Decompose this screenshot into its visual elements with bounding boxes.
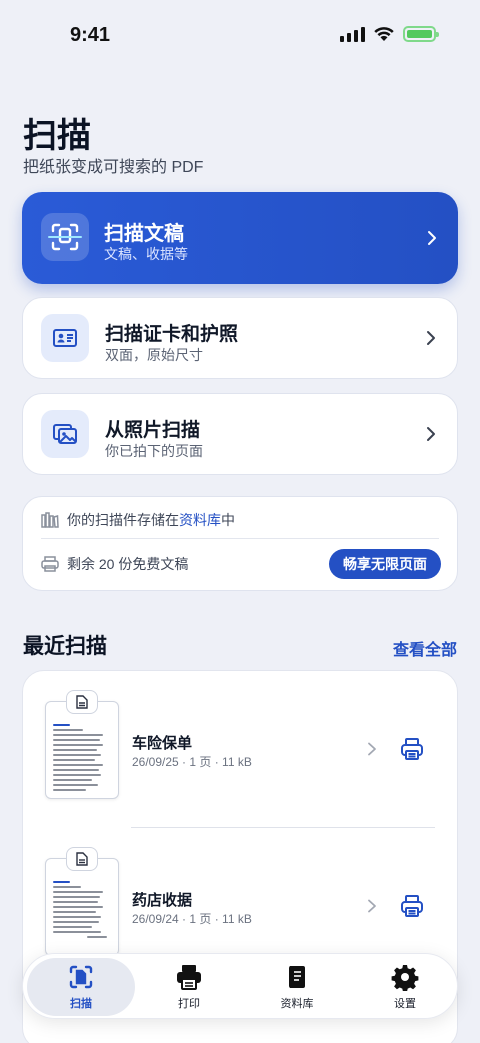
printer-icon [177, 965, 201, 990]
scan-from-photo-title: 从照片扫描 [105, 420, 201, 441]
scan-item-name: 药店收据 [132, 892, 193, 909]
tab-print-label: 打印 [178, 998, 200, 1010]
scan-document-title: 扫描文稿 [104, 223, 184, 245]
scan-id-card-title: 扫描证卡和护照 [105, 324, 239, 345]
tab-print[interactable]: 打印 [135, 958, 243, 1016]
document-scan-icon [41, 213, 89, 261]
page-subtitle: 把纸张变成可搜索的 PDF [23, 159, 204, 176]
chevron-right-icon [427, 331, 435, 345]
tab-library-label: 资料库 [280, 998, 314, 1010]
tab-settings-label: 设置 [394, 998, 416, 1010]
document-thumbnail [45, 847, 119, 956]
scan-from-photo-button[interactable]: 从照片扫描 你已拍下的页面 [22, 393, 458, 475]
wifi-icon [374, 27, 394, 41]
signal-icon [340, 26, 365, 42]
chevron-right-icon [427, 427, 435, 441]
print-icon[interactable] [399, 893, 425, 919]
scan-item-meta: 26/09/25 · 1 页 · 11 kB [132, 755, 252, 769]
chevron-right-icon [368, 899, 376, 913]
gear-icon [391, 965, 419, 991]
storage-info-card: 你的扫描件存储在资料库中 剩余 20 份免费文稿 畅享无限页面 [22, 496, 458, 591]
status-bar: 9:41 [0, 0, 480, 70]
chevron-right-icon [368, 742, 376, 756]
tab-bar: 扫描 打印 资料库 设置 [22, 953, 458, 1019]
scan-document-button[interactable]: 扫描文稿 文稿、收据等 [22, 192, 458, 284]
document-icon [66, 847, 98, 871]
scan-item-name: 车险保单 [132, 735, 193, 752]
remaining-info-line: 剩余 20 份免费文稿 [41, 554, 188, 574]
tab-scan-label: 扫描 [70, 998, 92, 1010]
status-icons [340, 26, 439, 42]
library-icon [289, 966, 305, 988]
tab-settings[interactable]: 设置 [351, 958, 459, 1016]
upgrade-unlimited-button[interactable]: 畅享无限页面 [329, 549, 441, 579]
scan-icon [69, 965, 93, 989]
storage-info-line: 你的扫描件存储在资料库中 [41, 510, 235, 530]
recent-scan-item[interactable]: 车险保单 26/09/25 · 1 页 · 11 kB [23, 671, 457, 828]
scan-id-card-subtitle: 双面，原始尺寸 [105, 347, 203, 363]
remaining-docs-text: 剩余 20 份免费文稿 [67, 556, 189, 572]
storage-text-suffix: 中 [221, 512, 235, 528]
id-card-icon [41, 314, 89, 362]
print-icon[interactable] [399, 736, 425, 762]
printer-icon [41, 556, 59, 572]
battery-icon [403, 26, 439, 42]
scan-document-subtitle: 文稿、收据等 [104, 246, 188, 262]
tab-library[interactable]: 资料库 [243, 958, 351, 1016]
scan-item-meta: 26/09/24 · 1 页 · 11 kB [132, 912, 252, 926]
photo-icon [41, 410, 89, 458]
page-title: 扫描 [23, 117, 91, 155]
storage-text-prefix: 你的扫描件存储在 [67, 512, 179, 528]
document-thumbnail [45, 690, 119, 799]
document-icon [66, 690, 98, 714]
recent-scans-title: 最近扫描 [23, 635, 107, 658]
library-link[interactable]: 资料库 [179, 512, 221, 528]
scan-id-card-button[interactable]: 扫描证卡和护照 双面，原始尺寸 [22, 297, 458, 379]
status-time: 9:41 [70, 24, 111, 46]
divider [41, 538, 439, 539]
chevron-right-icon [428, 231, 436, 245]
view-all-link[interactable]: 查看全部 [393, 636, 457, 660]
tab-scan[interactable]: 扫描 [27, 958, 135, 1016]
library-icon [41, 512, 59, 528]
scan-from-photo-subtitle: 你已拍下的页面 [105, 443, 203, 459]
